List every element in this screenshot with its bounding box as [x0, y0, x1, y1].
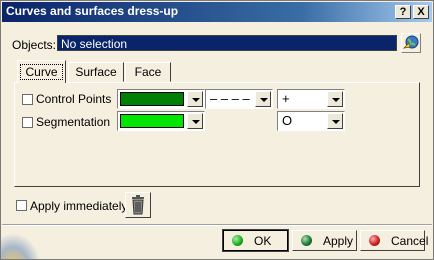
segmentation-checkbox[interactable]	[22, 117, 33, 128]
ok-button[interactable]: OK	[222, 229, 289, 252]
control-points-linetype-value: – – – –	[210, 91, 250, 106]
apply-button[interactable]: Apply	[292, 230, 357, 251]
apply-immediately-label: Apply immediately	[30, 199, 128, 213]
control-points-linetype-combo[interactable]: – – – –	[205, 89, 273, 109]
cancel-icon	[369, 235, 380, 246]
chevron-down-icon[interactable]	[187, 113, 203, 129]
apply-immediately-checkbox[interactable]	[16, 200, 27, 211]
segmentation-symbol-value: O	[282, 113, 293, 128]
ok-label: OK	[254, 234, 272, 248]
segmentation-label: Segmentation	[36, 115, 111, 129]
window-title: Curves and surfaces dress-up	[6, 4, 179, 18]
tab-face[interactable]: Face	[125, 62, 171, 82]
footer-separator	[2, 224, 432, 226]
help-button[interactable]: ?	[395, 5, 411, 19]
control-points-label: Control Points	[36, 92, 112, 106]
trash-icon	[132, 195, 144, 215]
segmentation-symbol-combo[interactable]: O	[277, 111, 345, 131]
trash-button[interactable]	[125, 192, 151, 218]
objects-field[interactable]: No selection	[57, 35, 397, 51]
control-points-symbol-value: +	[282, 91, 290, 106]
control-points-color-combo[interactable]	[117, 89, 205, 109]
curve-panel: Control Points – – – – + Segmentation O	[14, 82, 420, 187]
title-bar[interactable]: Curves and surfaces dress-up ? X	[2, 2, 432, 22]
cancel-button[interactable]: Cancel	[360, 230, 429, 251]
cancel-label: Cancel	[391, 234, 429, 248]
control-points-symbol-combo[interactable]: +	[277, 89, 345, 109]
apply-label: Apply	[323, 234, 354, 248]
dialog-window: Curves and surfaces dress-up ? X Objects…	[0, 0, 434, 260]
tab-surface[interactable]: Surface	[68, 62, 124, 82]
selection-globe-icon	[402, 35, 419, 49]
tab-curve[interactable]: Curve	[17, 60, 66, 83]
control-points-color-swatch	[120, 92, 184, 106]
objects-select-button[interactable]	[401, 33, 421, 53]
tab-curve-label: Curve	[20, 64, 63, 80]
chevron-down-icon[interactable]	[327, 91, 343, 107]
close-button[interactable]: X	[413, 5, 429, 19]
chevron-down-icon[interactable]	[327, 113, 343, 129]
objects-label: Objects:	[12, 38, 57, 52]
chevron-down-icon[interactable]	[255, 91, 271, 107]
apply-icon	[301, 235, 312, 246]
decorative-corner-graphic	[1, 233, 41, 259]
ok-icon	[232, 235, 243, 246]
segmentation-color-swatch	[120, 114, 184, 128]
segmentation-color-combo[interactable]	[117, 111, 205, 131]
control-points-checkbox[interactable]	[22, 94, 33, 105]
chevron-down-icon[interactable]	[187, 91, 203, 107]
